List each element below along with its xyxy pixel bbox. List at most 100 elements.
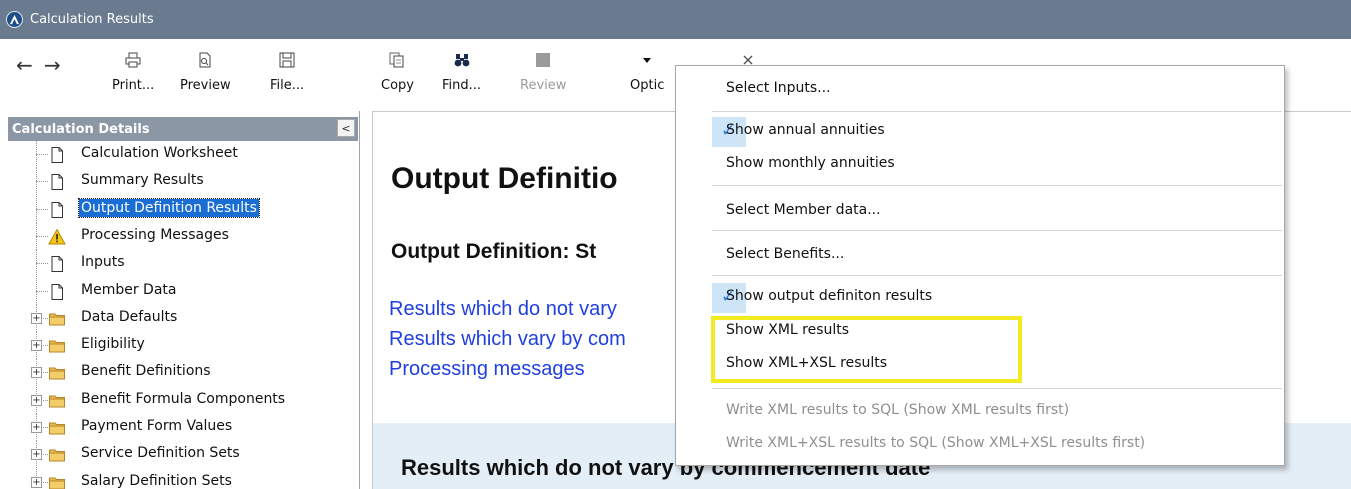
folder-icon [48,419,66,437]
preview-button[interactable]: Preview [180,51,231,93]
expand-node-button[interactable]: + [31,395,42,406]
find-binoculars-icon [453,51,471,73]
menu-item-show-monthly-annuities[interactable]: Show monthly annuities [676,149,1284,179]
options-menu: Select Inputs... ✓ Show annual annuities… [675,65,1285,466]
tree-item[interactable]: Inputs [0,250,360,277]
menu-item-show-annual-annuities[interactable]: ✓ Show annual annuities [676,116,1284,147]
title-bar: Calculation Results [0,0,1351,39]
tree-item[interactable]: + Payment Form Values [0,414,360,441]
tree-connector [36,181,48,182]
expand-node-button[interactable]: + [31,449,42,460]
tree-item-label: Processing Messages [81,227,229,243]
tree-item-label: Data Defaults [81,309,178,325]
tree-item[interactable]: + Benefit Definitions [0,359,360,386]
tree-item[interactable]: + Salary Definition Sets [0,469,360,489]
panel-title: Calculation Details [12,121,150,137]
tree-item[interactable]: + Data Defaults [0,305,360,332]
save-file-icon [278,51,296,73]
expand-node-button[interactable]: + [31,313,42,324]
tree-item-label: Service Definition Sets [81,445,240,461]
menu-item-write-xml-to-sql[interactable]: Write XML results to SQL (Show XML resul… [676,396,1284,426]
menu-item-label: Write XML+XSL results to SQL (Show XML+X… [726,435,1146,451]
options-button[interactable]: Optic [630,51,664,93]
folder-icon [48,392,66,410]
menu-item-select-member-data[interactable]: Select Member data... [676,196,1284,226]
warning-icon [48,228,66,246]
menu-separator [712,388,1282,389]
menu-item-label: Select Member data... [726,202,881,218]
print-button[interactable]: Print... [112,51,154,93]
folder-icon [48,337,66,355]
menu-separator [712,275,1282,276]
document-icon [48,283,66,301]
tree-item-label: Inputs [81,254,125,270]
tree-item-label: Salary Definition Sets [81,473,232,489]
menu-separator [712,230,1282,231]
options-label: Optic [630,78,665,93]
find-label: Find... [442,78,482,93]
collapse-panel-button[interactable]: < [337,119,355,137]
tree-item[interactable]: + Benefit Formula Components [0,387,360,414]
expand-node-button[interactable]: + [31,367,42,378]
menu-item-label: Select Benefits... [726,246,845,262]
menu-item-show-output-definition-results[interactable]: ✓ Show output definiton results [676,282,1284,313]
link-processing-messages[interactable]: Processing messages [389,358,585,381]
print-icon [124,51,142,73]
tree-item[interactable]: Summary Results [0,168,360,195]
find-button[interactable]: Find... [442,51,481,93]
app-logo-icon [6,11,23,28]
tree-item-label: Eligibility [81,336,145,352]
calculation-results-window: Calculation Results ← → Print... Preview… [0,0,1351,489]
document-icon [48,255,66,273]
menu-item-label: Select Inputs... [726,80,831,96]
page-subtitle: Output Definition: St [391,240,597,263]
file-button[interactable]: File... [270,51,304,93]
tree-connector [36,236,48,237]
calculation-details-panel: Calculation Details < Calculation Worksh… [0,111,360,489]
expand-node-button[interactable]: + [31,422,42,433]
tree-item-label: Member Data [81,282,177,298]
expand-node-button[interactable]: + [31,477,42,488]
tree-item-label: Benefit Definitions [81,363,211,379]
tree-connector [36,291,48,292]
tree-item[interactable]: Processing Messages [0,223,360,250]
link-results-not-vary[interactable]: Results which do not vary [389,298,617,321]
page-title: Output Definitio [391,162,618,195]
review-label: Review [520,78,567,93]
menu-item-select-benefits[interactable]: Select Benefits... [676,240,1284,270]
tree-item[interactable]: + Eligibility [0,332,360,359]
folder-icon [48,446,66,464]
menu-item-select-inputs[interactable]: Select Inputs... [676,74,1284,104]
folder-icon [48,474,66,489]
menu-separator [712,185,1282,186]
menu-item-label: Write XML results to SQL (Show XML resul… [726,402,1070,418]
tree-item-label: Output Definition Results [78,198,260,218]
back-arrow-icon[interactable]: ← [16,55,33,75]
folder-icon [48,310,66,328]
menu-item-write-xml-xsl-to-sql[interactable]: Write XML+XSL results to SQL (Show XML+X… [676,429,1284,459]
menu-item-label: Show output definiton results [726,288,933,304]
tree-item[interactable]: Member Data [0,278,360,305]
window-title: Calculation Results [30,12,154,27]
document-icon [48,173,66,191]
tree-item[interactable]: + Service Definition Sets [0,441,360,468]
menu-item-label: Show monthly annuities [726,155,895,171]
forward-arrow-icon[interactable]: → [44,55,61,75]
review-button[interactable]: Review [520,51,566,93]
folder-icon [48,364,66,382]
tree-item[interactable]: Calculation Worksheet [0,141,360,168]
tree-connector [36,154,48,155]
document-icon [48,146,66,164]
tree-connector [36,209,48,210]
review-icon [534,51,552,73]
highlight-annotation-box [711,316,1022,383]
link-results-vary-by-commencement[interactable]: Results which vary by com [389,328,626,351]
menu-item-label: Show annual annuities [726,122,885,138]
print-label: Print... [112,78,155,93]
tree-item-label: Calculation Worksheet [81,145,238,161]
tree-item[interactable]: Output Definition Results [0,196,360,223]
tree-item-label: Payment Form Values [81,418,233,434]
expand-node-button[interactable]: + [31,340,42,351]
tree-item-label: Benefit Formula Components [81,391,286,407]
copy-button[interactable]: Copy [381,51,414,93]
